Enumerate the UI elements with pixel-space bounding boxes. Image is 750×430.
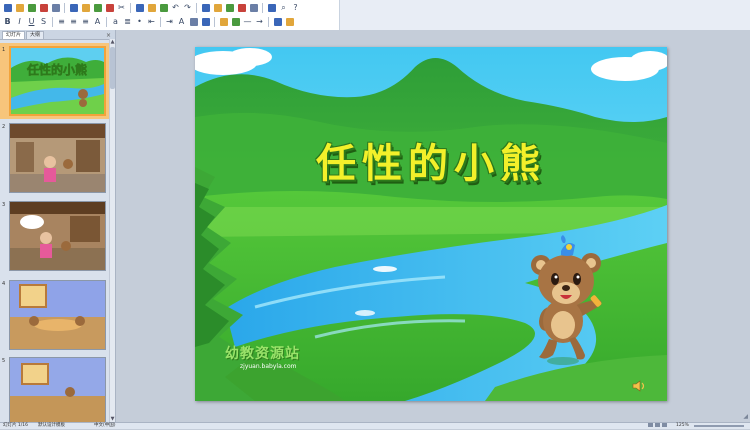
thumbnail-image [9,357,106,427]
toolbar-separator [52,16,53,27]
spelling-icon[interactable] [92,2,103,13]
normal-view-icon[interactable] [648,423,653,427]
permission-icon[interactable] [38,2,49,13]
research-icon[interactable] [104,2,115,13]
align-left-icon[interactable]: ≡ [56,16,67,27]
format-painter-icon[interactable] [158,2,169,13]
slide-sorter-icon[interactable] [655,423,660,427]
panel-tabs: 幻灯片 大纲 × [0,30,115,40]
scroll-up-icon[interactable]: ▲ [110,39,115,45]
panel-scrollbar[interactable]: ▲ ▼ [109,39,115,422]
status-bar: 幻灯片 1/16 默认设计模板 中文(中国) 125% [0,422,750,429]
center-icon[interactable]: ≡ [68,16,79,27]
toolbar-separator [130,2,131,13]
panel-close-icon[interactable]: × [106,32,111,39]
print-preview-icon[interactable] [80,2,91,13]
bullets-icon[interactable]: • [134,16,145,27]
watermark-url: zjyuan.babyla.com [240,363,297,370]
slide-thumbnail-2[interactable]: 2 [0,123,109,193]
thumbnail-image [9,123,106,193]
zoom-slider[interactable] [694,425,744,427]
slideshow-icon[interactable] [662,423,667,427]
slide-thumbnail-5[interactable]: 5 [0,357,109,427]
thumbnail-image [9,280,106,350]
fill-color-icon[interactable] [218,16,229,27]
toolbar-row-formatting: B I U S ≡ ≡ ≡ Aa ≣ • ⇤ ⇥ A — → [2,16,295,27]
slides-panel: 幻灯片 大纲 × 1 任性的小熊 2 3 4 5 ▲ ▼ [0,30,116,427]
new-icon[interactable] [2,2,13,13]
design-icon[interactable] [188,16,199,27]
email-icon[interactable] [50,2,61,13]
status-zoom[interactable]: 125% [676,423,689,429]
new-slide-2-icon[interactable] [200,16,211,27]
paste-icon[interactable] [146,2,157,13]
help-icon[interactable]: ? [290,2,301,13]
watermark-logo: 幼教资源站 [225,346,300,362]
3d-style-icon[interactable] [284,16,295,27]
numbering-icon[interactable]: ≣ [122,16,133,27]
toolbar-separator [106,16,107,27]
thumbnail-image [9,201,106,271]
slide-thumbnail-3[interactable]: 3 [0,201,109,271]
undo-icon[interactable]: ↶ [170,2,181,13]
status-theme: 默认设计模板 [38,423,65,428]
toolbar: ✂ ↶ ↷ ⌕? B I U S ≡ ≡ ≡ Aa ≣ • ⇤ ⇥ A — → [0,0,750,30]
scroll-thumb[interactable] [110,47,115,89]
italic-icon[interactable]: I [14,16,25,27]
slide-thumbnail-1[interactable]: 1 任性的小熊 [0,43,109,119]
color-grayscale-icon[interactable] [266,2,277,13]
toolbar-separator [268,16,269,27]
underline-icon[interactable]: U [26,16,37,27]
shadow-icon[interactable]: S [38,16,49,27]
slide-number: 3 [2,202,6,208]
slide-number: 4 [2,281,6,287]
resize-grip-icon[interactable]: ◢ [743,413,748,420]
insert-picture-icon[interactable] [224,2,235,13]
font-shrink-icon[interactable]: a [110,16,121,27]
speaker-icon[interactable] [632,380,648,392]
toolbar-separator [214,16,215,27]
toolbar-separator [262,2,263,13]
slide-number: 1 [2,47,6,53]
svg-text:任性的小熊: 任性的小熊 [26,62,87,77]
open-icon[interactable] [14,2,25,13]
slide-title[interactable]: 任性的小熊 [195,131,667,189]
slide-thumbnail-4[interactable]: 4 [0,280,109,350]
slide-canvas[interactable]: 任性的小熊 幼教资源站 zjyuan.babyla.com [195,47,667,401]
status-slide-info: 幻灯片 1/16 [3,423,29,428]
tab-slides[interactable]: 幻灯片 [2,31,26,39]
thumbnail-image: 任性的小熊 [9,46,106,116]
cut-icon[interactable]: ✂ [116,2,127,13]
insert-chart-icon[interactable] [200,2,211,13]
insert-wordart-icon[interactable] [236,2,247,13]
shadow-style-icon[interactable] [272,16,283,27]
toolbar-row-standard: ✂ ↶ ↷ ⌕? [2,2,301,13]
increase-indent-icon[interactable]: ⇥ [164,16,175,27]
zoom-icon[interactable]: ⌕ [278,2,289,13]
save-icon[interactable] [26,2,37,13]
toolbar-separator [196,2,197,13]
font-color-icon[interactable]: A [176,16,187,27]
slide-editor: 任性的小熊 幼教资源站 zjyuan.babyla.com ◢ [116,30,750,422]
toolbar-strip: ✂ ↶ ↷ ⌕? B I U S ≡ ≡ ≡ Aa ≣ • ⇤ ⇥ A — → [0,0,340,30]
arrow-style-icon[interactable]: → [254,16,265,27]
copy-icon[interactable] [134,2,145,13]
line-color-icon[interactable] [230,16,241,27]
toolbar-separator [160,16,161,27]
font-grow-icon[interactable]: A [92,16,103,27]
redo-icon[interactable]: ↷ [182,2,193,13]
status-language: 中文(中国) [94,423,116,428]
tab-outline[interactable]: 大纲 [26,31,45,39]
slide-number: 2 [2,124,6,130]
toolbar-separator [64,2,65,13]
decrease-indent-icon[interactable]: ⇤ [146,16,157,27]
print-icon[interactable] [68,2,79,13]
line-style-icon[interactable]: — [242,16,253,27]
slide-number: 5 [2,358,6,364]
new-slide-icon[interactable] [248,2,259,13]
insert-table-icon[interactable] [212,2,223,13]
align-right-icon[interactable]: ≡ [80,16,91,27]
bold-icon[interactable]: B [2,16,13,27]
